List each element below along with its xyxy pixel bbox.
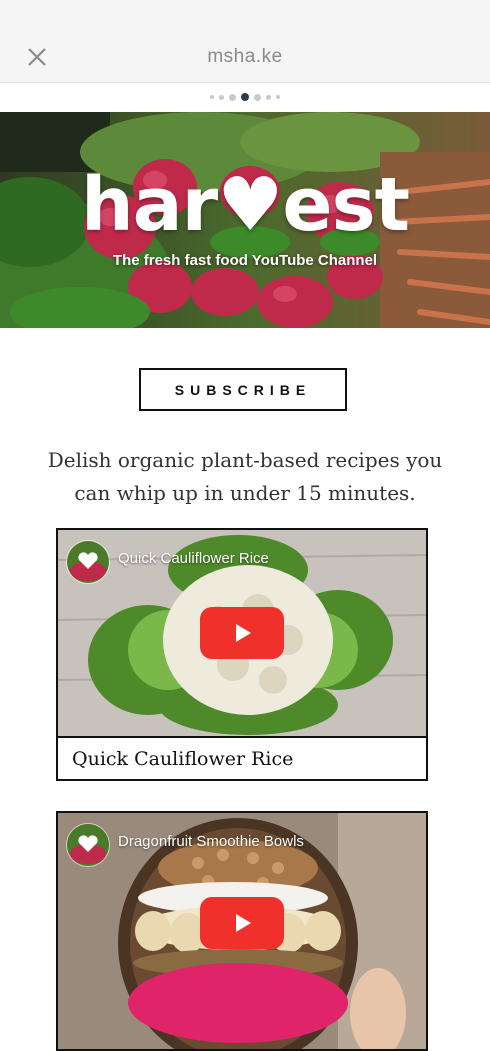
youtube-play-icon[interactable]: [200, 897, 284, 949]
pager-dot[interactable]: [266, 94, 271, 100]
pager-dots: [0, 90, 490, 104]
page-title: msha.ke: [207, 46, 283, 67]
pager-dot[interactable]: [229, 93, 236, 101]
video-card[interactable]: Quick Cauliflower Rice Quick Cauliflower…: [56, 528, 428, 781]
youtube-play-icon[interactable]: [200, 607, 284, 659]
video-caption[interactable]: Quick Cauliflower Rice: [58, 736, 426, 779]
video-thumbnail[interactable]: Dragonfruit Smoothie Bowls: [58, 813, 426, 1049]
video-overlay-title[interactable]: Dragonfruit Smoothie Bowls: [118, 833, 304, 850]
pager-dot[interactable]: [276, 95, 280, 99]
video-card[interactable]: Dragonfruit Smoothie Bowls: [56, 811, 428, 1051]
channel-avatar[interactable]: [66, 540, 110, 584]
subscribe-button[interactable]: SUBSCRIBE: [139, 368, 347, 411]
banner-logo: har♥est: [80, 162, 410, 248]
pager-dot-active[interactable]: [241, 93, 249, 101]
video-thumbnail[interactable]: Quick Cauliflower Rice: [58, 530, 426, 736]
video-overlay-title[interactable]: Quick Cauliflower Rice: [118, 550, 269, 567]
channel-avatar[interactable]: [66, 823, 110, 867]
pager-dot[interactable]: [219, 94, 224, 100]
channel-description: Delish organic plant-based recipes you c…: [47, 448, 443, 505]
pager-dot[interactable]: [210, 95, 214, 99]
banner-tagline: The fresh fast food YouTube Channel: [112, 252, 378, 269]
pager-dot[interactable]: [254, 93, 261, 101]
top-bar: msha.ke: [0, 0, 490, 83]
